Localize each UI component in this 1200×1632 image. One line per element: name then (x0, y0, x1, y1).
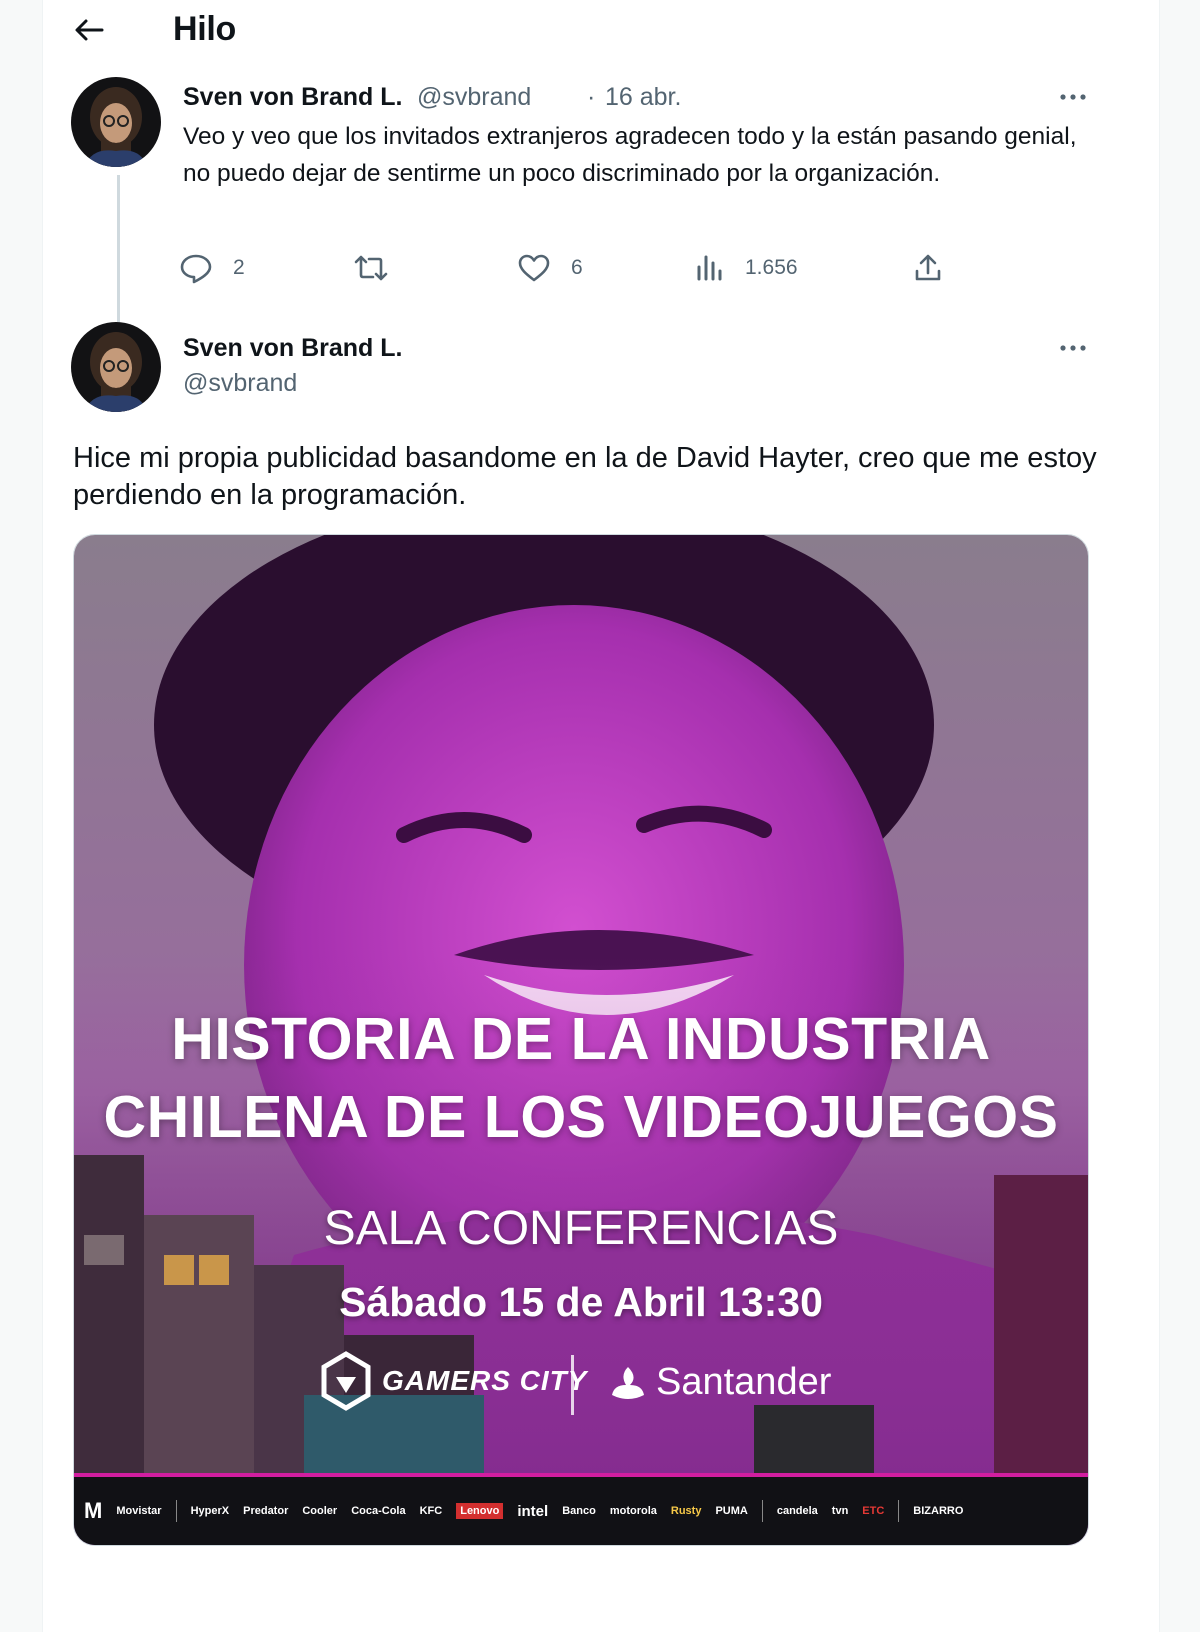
sponsor-predator: Predator (243, 1505, 289, 1517)
thread-connector (117, 175, 120, 327)
share-button[interactable] (913, 248, 943, 288)
sponsor-motorola: motorola (609, 1505, 657, 1517)
retweet-icon (354, 255, 388, 281)
more-options-button[interactable] (1053, 333, 1093, 363)
gamers-city-wordmark: GAMERS CITY (382, 1365, 588, 1396)
gamers-city-icon (321, 1351, 371, 1411)
sponsor-intel: intel (517, 1502, 549, 1520)
tweet-date[interactable]: 16 abr. (605, 83, 681, 112)
back-button[interactable] (69, 10, 109, 50)
sponsor-movistar: Movistar (116, 1505, 162, 1517)
sponsor-tvn: tvn (831, 1505, 849, 1517)
sponsor-candela: candela (776, 1505, 818, 1517)
retweet-button[interactable] (353, 248, 389, 288)
avatar[interactable] (71, 77, 161, 167)
poster-title-line-1: HISTORIA DE LA INDUSTRIA (171, 1006, 991, 1072)
sponsor-strip: M Movistar HyperX Predator Cooler Coca-C… (74, 1473, 1088, 1545)
arrow-left-icon (75, 19, 104, 41)
like-count: 6 (571, 256, 583, 279)
author-handle[interactable]: @svbrand (183, 369, 297, 398)
tweet-actions: 2 6 1.656 (180, 248, 963, 288)
santander-logo: Santander (608, 1361, 831, 1404)
heart-icon (518, 254, 550, 282)
more-options-button[interactable] (1053, 82, 1093, 112)
tweet-text: Hice mi propia publicidad basandome en l… (73, 442, 1097, 511)
gamers-city-logo: GAMERS CITY (320, 1351, 587, 1411)
reply-button[interactable]: 2 (179, 248, 245, 288)
author-handle[interactable]: @svbrand (417, 83, 531, 112)
view-count: 1.656 (745, 256, 798, 279)
sponsor-lenovo: Lenovo (456, 1503, 504, 1519)
like-button[interactable]: 6 (517, 248, 583, 288)
tweet-media-image[interactable]: HISTORIA DE LA INDUSTRIA CHILENA DE LOS … (73, 534, 1089, 1546)
tweet-text: Veo y veo que los invitados extranjeros … (183, 123, 1077, 187)
sponsor-banco: Banco (562, 1505, 596, 1517)
author-name[interactable]: Sven von Brand L. (183, 83, 402, 112)
sponsor-divider (761, 1500, 763, 1522)
sponsor-cooler: Cooler (302, 1505, 338, 1517)
avatar[interactable] (71, 322, 161, 412)
meta-separator: · (587, 83, 596, 111)
poster-venue: SALA CONFERENCIAS (323, 1202, 839, 1255)
thread-header: Hilo (43, 0, 1159, 62)
sponsor-rusty: Rusty (670, 1505, 702, 1517)
sponsor-bizarro: BIZARRO (913, 1505, 964, 1517)
sponsor-hyperx: HyperX (190, 1505, 230, 1517)
movistar-logo: M (84, 1498, 103, 1523)
poster-title-line-2: CHILENA DE LOS VIDEOJUEGOS (103, 1084, 1059, 1150)
sponsor-kfc: KFC (419, 1505, 443, 1517)
reply-count: 2 (233, 256, 245, 279)
more-icon (1060, 94, 1086, 100)
sponsor-coca-cola: Coca-Cola (351, 1505, 406, 1517)
sponsor-divider (175, 1500, 177, 1522)
share-icon (915, 254, 941, 281)
thread-column: Hilo Sven von Brand L. @svbrand · 16 abr… (42, 0, 1160, 1632)
page-title: Hilo (173, 10, 237, 48)
views-button[interactable]: 1.656 (695, 248, 798, 288)
sponsor-puma: PUMA (715, 1505, 748, 1517)
more-icon (1060, 345, 1086, 351)
reply-icon (180, 254, 212, 284)
sponsor-etc: ETC (862, 1505, 885, 1517)
analytics-icon (697, 255, 722, 281)
logo-divider (571, 1355, 574, 1415)
santander-wordmark: Santander (656, 1361, 832, 1403)
santander-flame-icon (612, 1366, 644, 1399)
sponsor-divider (898, 1500, 900, 1522)
poster-datetime: Sábado 15 de Abril 13:30 (339, 1279, 823, 1325)
author-name[interactable]: Sven von Brand L. (183, 334, 402, 363)
